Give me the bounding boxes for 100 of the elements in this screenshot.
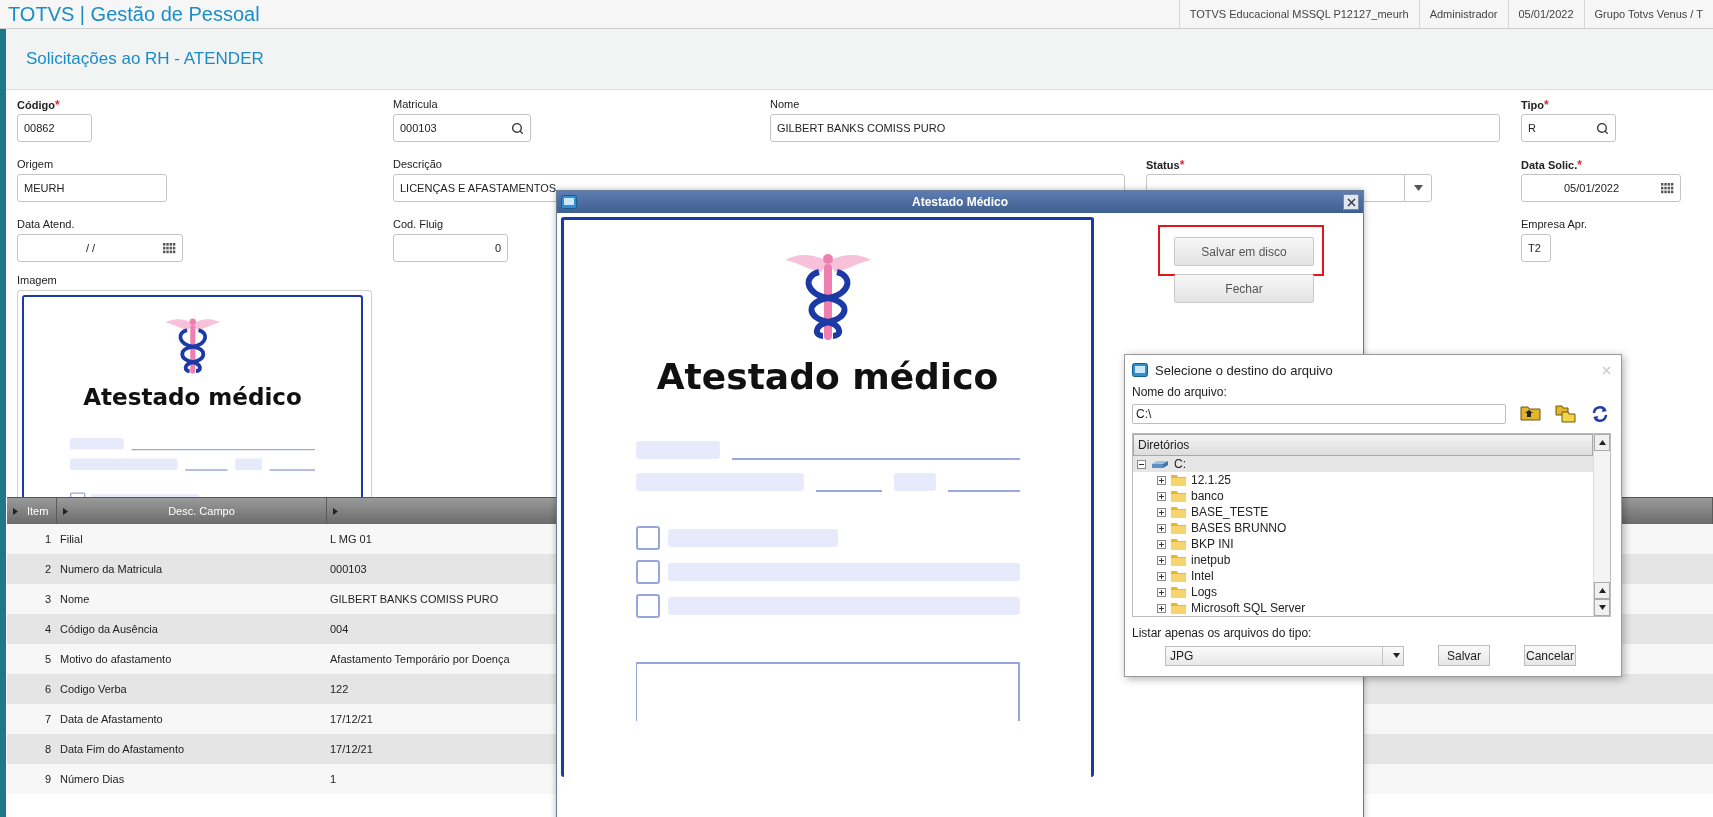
scrollbar[interactable] [1593,434,1610,616]
drive-icon [1151,459,1169,469]
field-label: Cod. Fluig [393,218,444,230]
field-label: Imagem [17,274,58,286]
file-type-select[interactable]: JPG [1165,645,1404,666]
calendar-icon[interactable] [163,242,176,254]
up-arrow-icon[interactable] [1598,587,1606,594]
input-field[interactable]: C:\ [1132,404,1507,424]
input-field[interactable]: T2 [1521,234,1551,262]
table-cell-text: Data de Afastamento [59,713,163,725]
field-label: Tipo [1521,99,1544,111]
input-field[interactable]: 05/01/2022 [1521,174,1681,202]
expand-icon[interactable] [1157,603,1166,613]
input-field[interactable]: R [1521,114,1616,142]
up-arrow-icon[interactable] [1598,439,1606,446]
input-field[interactable]: 000103 [393,114,531,142]
tree-item[interactable]: 12.1.25 [1133,472,1593,488]
triangle-icon[interactable] [12,507,19,515]
tree-item[interactable]: Intel [1133,568,1593,584]
search-icon[interactable] [511,121,524,135]
required-mark: * [1179,158,1185,172]
dialog-button[interactable]: Salvar [1438,645,1490,666]
table-cell-text: Afastamento Temporário por Doença [329,653,510,665]
expand-icon[interactable] [1157,555,1166,565]
header-info: 05/01/2022 [1507,0,1584,28]
table-cell-text: 17/12/21 [329,713,373,725]
field-label: Matricula [393,98,438,110]
folders-icon[interactable] [1555,405,1577,423]
field-label: Origem [17,158,54,170]
tree-header: Diretórios [1133,434,1593,456]
expand-icon[interactable] [1157,507,1166,517]
table-cell-text: L MG 01 [329,533,372,545]
table-cell-text: Numero da Matricula [59,563,163,575]
field-label: Status [1146,159,1180,171]
table-cell-text: 8 [43,743,52,755]
folder-icon [1171,522,1186,534]
folder-icon [1171,586,1186,598]
field-label: Descrição [393,158,442,170]
search-icon[interactable] [1596,121,1609,135]
table-cell-text: Codigo Verba [59,683,127,695]
dropdown-caret-icon[interactable] [1413,185,1423,191]
folder-icon [1171,554,1186,566]
folder-icon [1171,538,1186,550]
table-cell-text: 000103 [329,563,367,575]
table-cell-text: 9 [43,773,52,785]
window-icon [561,195,577,209]
folder-icon [1171,506,1186,518]
tree-item[interactable]: BASES BRUNNO [1133,520,1593,536]
required-mark: * [1577,158,1582,172]
tree-item[interactable]: BASE_TESTE [1133,504,1593,520]
tree-item[interactable]: Microsoft SQL Server [1133,600,1593,616]
field-label: Código [17,99,55,111]
table-cell-text: 3 [43,593,52,605]
table-cell-text: Nome [59,593,90,605]
down-arrow-icon[interactable] [1392,652,1400,659]
expand-icon[interactable] [1157,587,1166,597]
table-cell-text: 1 [43,533,52,545]
dialog-button[interactable]: Cancelar [1524,645,1576,666]
document-title: Atestado médico [656,356,999,397]
down-arrow-icon[interactable] [1598,604,1606,611]
dialog-button[interactable]: Salvar em disco [1174,237,1314,266]
folder-icon [1171,570,1186,582]
required-mark: * [54,98,60,112]
table-cell-text: Código da Ausência [59,623,158,635]
input-field[interactable]: 00862 [17,114,92,142]
input-field[interactable]: MEURH [17,174,167,202]
header-info: TOTVS Educacional MSSQL P12127_meurh [1178,0,1419,28]
triangle-icon[interactable] [62,507,69,515]
tree-item[interactable]: C: [1133,456,1593,472]
table-cell-text: 1 [329,773,337,785]
field-label: Listar apenas os arquivos do tipo: [1132,626,1313,640]
app-title: TOTVS | Gestão de Pessoal [8,2,260,26]
input-field[interactable]: / / [17,234,183,262]
table-cell-text: GILBERT BANKS COMISS PURO [329,593,499,605]
expand-icon[interactable] [1157,523,1166,533]
header-info: Administrador [1418,0,1508,28]
expand-icon[interactable] [1157,539,1166,549]
field-label: Data Atend. [17,218,75,230]
input-field[interactable]: 0 [393,234,508,262]
expand-icon[interactable] [1157,571,1166,581]
table-cell-text: 4 [43,623,52,635]
dialog-button[interactable]: Fechar [1174,274,1314,303]
tree-item[interactable]: Logs [1133,584,1593,600]
field-label: Nome [770,98,800,110]
expand-icon[interactable] [1157,475,1166,485]
table-cell-text: 004 [329,623,349,635]
tree-item[interactable]: inetpub [1133,552,1593,568]
input-field[interactable]: GILBERT BANKS COMISS PURO [770,114,1500,142]
tree-item[interactable]: banco [1133,488,1593,504]
dialog-title: Selecione o destino do arquivo [1155,362,1334,378]
caduceus-icon [163,316,222,376]
header-info: Grupo Totvs Venus / T [1583,0,1713,28]
table-cell-text: 17/12/21 [329,743,373,755]
collapse-icon[interactable] [1137,459,1146,469]
table-cell-text: Data Fim do Afastamento [59,743,185,755]
calendar-icon[interactable] [1661,182,1674,194]
triangle-icon[interactable] [332,507,339,515]
tree-item[interactable]: BKP INI [1133,536,1593,552]
expand-icon[interactable] [1157,491,1166,501]
folder-up-icon[interactable] [1520,405,1542,423]
